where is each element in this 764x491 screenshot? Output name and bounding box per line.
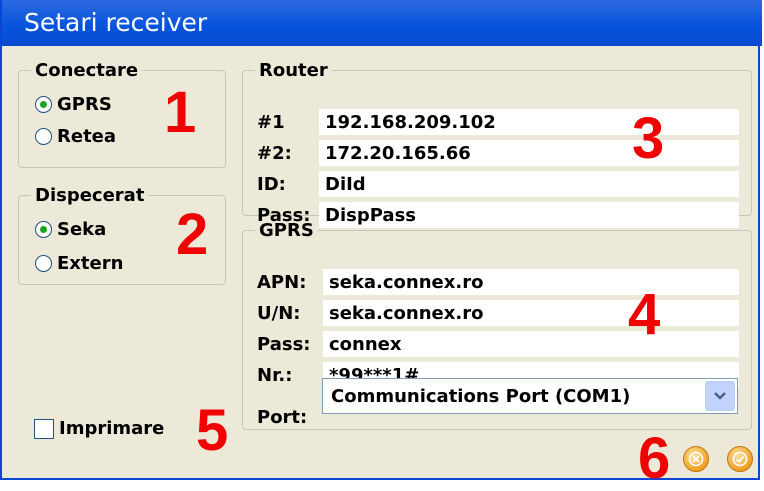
annotation-4: 4: [628, 282, 661, 347]
cancel-circle-icon: [688, 451, 704, 467]
gprs-row-un: U/N: seka.connex.ro: [257, 300, 739, 326]
radio-extern-label: Extern: [57, 253, 124, 274]
gprs-label-un: U/N:: [257, 302, 301, 324]
annotation-1: 1: [164, 80, 197, 145]
annotation-2: 2: [176, 202, 209, 267]
gprs-row-apn: APN: seka.connex.ro: [257, 269, 739, 295]
conectare-legend: Conectare: [35, 60, 139, 81]
window-title: Setari receiver: [24, 8, 208, 37]
router-ip1-field[interactable]: 192.168.209.102: [319, 109, 739, 135]
router-id-field[interactable]: DiId: [319, 171, 739, 197]
imprimare-checkbox[interactable]: Imprimare: [34, 418, 164, 439]
radio-gprs[interactable]: GPRS: [35, 94, 112, 115]
gprs-row-pass: Pass: connex: [257, 331, 739, 357]
router-row-id: ID: DiId: [257, 171, 739, 197]
gprs-un-field[interactable]: seka.connex.ro: [323, 300, 739, 326]
radio-retea-indicator[interactable]: [35, 128, 52, 145]
title-bar: Setari receiver: [2, 0, 762, 46]
receiver-settings-window: Setari receiver Conectare GPRS Retea Dis…: [0, 0, 762, 488]
annotation-6: 6: [638, 426, 671, 491]
ok-button[interactable]: [727, 446, 753, 472]
imprimare-label: Imprimare: [59, 418, 165, 439]
port-select-value: Communications Port (COM1): [331, 385, 631, 407]
dispecerat-legend: Dispecerat: [35, 185, 145, 206]
radio-seka-label: Seka: [57, 219, 107, 240]
radio-seka-indicator[interactable]: [35, 221, 52, 238]
annotation-3: 3: [632, 106, 665, 171]
gprs-legend: GPRS: [259, 220, 314, 241]
check-circle-icon: [732, 451, 748, 467]
radio-seka[interactable]: Seka: [35, 219, 106, 240]
radio-gprs-label: GPRS: [57, 94, 112, 115]
router-label-id: ID:: [257, 173, 286, 195]
radio-extern-indicator[interactable]: [35, 255, 52, 272]
annotation-5: 5: [196, 398, 229, 463]
router-legend: Router: [259, 60, 328, 81]
gprs-label-nr: Nr.:: [257, 364, 293, 386]
router-group: Router #1 192.168.209.102 #2: 172.20.165…: [242, 60, 752, 228]
router-row-1: #1 192.168.209.102: [257, 109, 739, 135]
radio-gprs-indicator[interactable]: [35, 96, 52, 113]
router-label-2: #2:: [257, 142, 292, 164]
router-row-2: #2: 172.20.165.66: [257, 140, 739, 166]
cancel-button[interactable]: [683, 446, 709, 472]
gprs-pass-field[interactable]: connex: [323, 331, 739, 357]
chevron-down-icon[interactable]: [705, 381, 735, 411]
router-label-1: #1: [257, 111, 285, 133]
imprimare-checkbox-box[interactable]: [34, 418, 54, 439]
port-select[interactable]: Communications Port (COM1): [322, 378, 738, 414]
radio-retea-label: Retea: [57, 126, 117, 147]
port-label: Port:: [257, 407, 308, 428]
radio-retea[interactable]: Retea: [35, 126, 116, 147]
gprs-label-pass: Pass:: [257, 333, 311, 355]
gprs-label-apn: APN:: [257, 271, 307, 293]
router-ip2-field[interactable]: 172.20.165.66: [319, 140, 739, 166]
gprs-apn-field[interactable]: seka.connex.ro: [323, 269, 739, 295]
radio-extern[interactable]: Extern: [35, 253, 123, 274]
